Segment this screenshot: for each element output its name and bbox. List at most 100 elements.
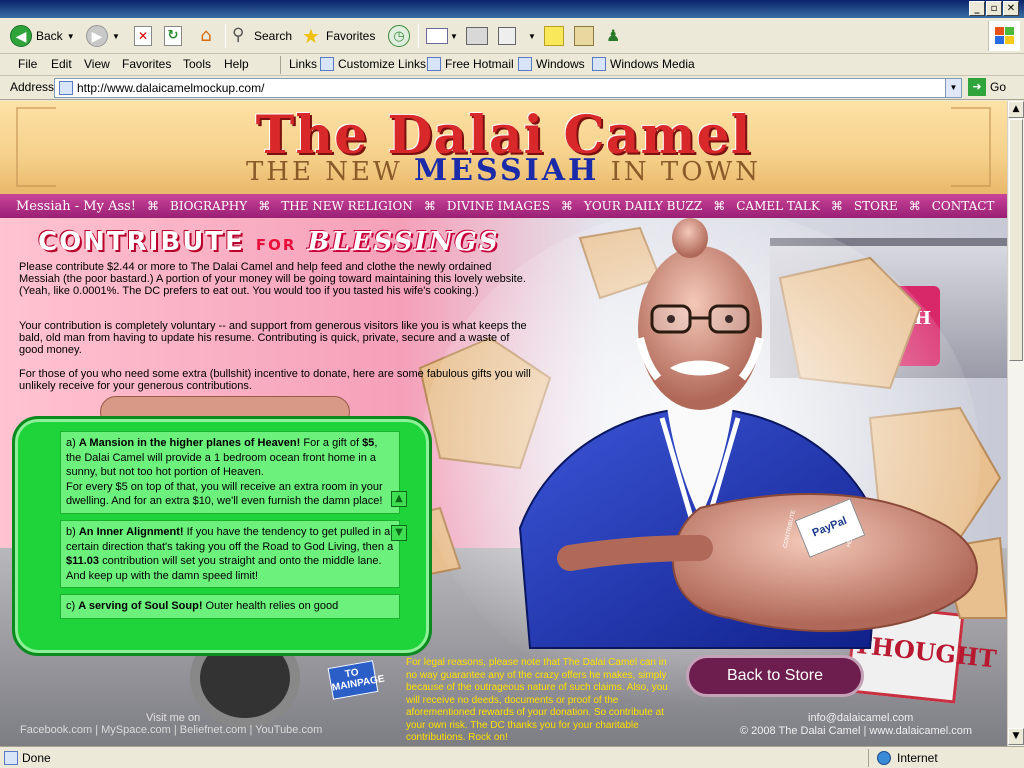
site-header: The Dalai Camel The New MESSIAH in Town	[0, 101, 1007, 194]
go-button[interactable]: ➜ Go	[968, 78, 1006, 96]
gift-amount: $5	[362, 437, 375, 449]
gift-panel: a) A Mansion in the higher planes of Hea…	[12, 416, 432, 656]
nav-separator: ⌘	[560, 199, 573, 213]
nav-contact[interactable]: Contact	[932, 199, 995, 213]
chevron-down-icon[interactable]: ▼	[450, 32, 458, 41]
history-button[interactable]: ◷	[388, 23, 414, 49]
legal-notice: For legal reasons, please note that The …	[406, 657, 668, 743]
research-button[interactable]	[574, 23, 594, 49]
nav-camel-talk[interactable]: Camel Talk	[736, 199, 820, 213]
refresh-icon: ↻	[164, 26, 182, 46]
link-customize-links[interactable]: Customize Links	[320, 57, 426, 71]
nav-separator: ⌘	[147, 199, 160, 213]
menu-tools[interactable]: Tools	[183, 57, 211, 71]
nav-separator: ⌘	[908, 199, 921, 213]
printer-icon	[466, 27, 488, 45]
vertical-scrollbar[interactable]: ▲ ▼	[1007, 101, 1024, 746]
note-icon	[544, 26, 564, 46]
page-viewport: The Dalai Camel The New MESSIAH in Town …	[0, 101, 1007, 746]
discuss-button[interactable]	[544, 23, 564, 49]
home-icon: ⌂	[200, 25, 212, 46]
zone-label: Internet	[897, 751, 938, 765]
chevron-down-icon[interactable]: ▼	[528, 32, 536, 41]
restore-button[interactable]: ▫	[986, 1, 1002, 16]
menu-help[interactable]: Help	[224, 57, 249, 71]
gift-item: a) A Mansion in the higher planes of Hea…	[60, 431, 400, 514]
back-arrow-icon: ◀	[10, 25, 32, 47]
chevron-down-icon[interactable]: ▼	[67, 32, 75, 41]
contribute-heading: CONTRIBUTE for BLESSINGS	[38, 227, 499, 257]
nav-divine-images[interactable]: Divine Images	[447, 199, 550, 213]
home-button[interactable]: ⌂	[194, 23, 218, 49]
menu-favorites[interactable]: Favorites	[122, 57, 171, 71]
gift-title: An Inner Alignment!	[78, 525, 184, 538]
chevron-down-icon[interactable]: ▼	[112, 32, 120, 41]
tagline-pre: The New	[245, 157, 414, 187]
scroll-up-arrow[interactable]: ▲	[1008, 101, 1024, 118]
security-zone: Internet	[868, 749, 1018, 767]
history-icon: ◷	[388, 25, 410, 47]
social-links[interactable]: Facebook.com | MySpace.com | Beliefnet.c…	[20, 724, 322, 736]
research-icon	[574, 26, 594, 46]
messenger-icon: ♟	[606, 26, 621, 45]
back-to-store-button[interactable]: Back to Store	[686, 655, 864, 697]
scroll-up-button[interactable]: ▲	[391, 491, 407, 507]
search-button[interactable]: ⚲ Search	[232, 23, 292, 49]
nav-biography[interactable]: Biography	[170, 199, 247, 213]
status-text: Done	[22, 751, 51, 765]
refresh-button[interactable]: ↻	[164, 23, 182, 49]
scroll-down-button[interactable]: ▼	[391, 525, 407, 541]
links-label: Links	[289, 57, 318, 71]
contribute-paragraph-1: Please contribute $2.44 or more to The D…	[19, 261, 526, 297]
mail-button[interactable]: ▼	[426, 23, 458, 49]
forward-button[interactable]: ▶ ▼	[86, 23, 120, 49]
scroll-down-arrow[interactable]: ▼	[1008, 728, 1024, 745]
address-value: http://www.dalaicamelmockup.com/	[77, 81, 265, 95]
menu-view[interactable]: View	[84, 57, 110, 71]
nav-messiah[interactable]: Messiah - My Ass!	[16, 199, 136, 214]
gift-prefix: a)	[66, 437, 79, 449]
windows-logo-icon	[988, 21, 1020, 51]
close-window-button[interactable]: ✕	[1003, 1, 1019, 16]
visit-me-label: Visit me on	[146, 712, 201, 724]
mail-icon	[426, 28, 448, 44]
edit-button[interactable]: ▼	[498, 23, 536, 49]
page-icon	[518, 57, 532, 71]
scroll-thumb[interactable]	[1009, 119, 1023, 361]
messenger-button[interactable]: ♟	[606, 23, 628, 49]
gift-title: A Mansion in the higher planes of Heaven…	[78, 437, 301, 449]
status-bar: Done Internet	[0, 746, 1024, 768]
gift-text: contribution will set you straight and o…	[66, 555, 382, 582]
chevron-down-icon[interactable]: ▼	[945, 79, 961, 97]
stop-button[interactable]: ✕	[134, 23, 152, 49]
gift-text: For every $5 on top of that, you will re…	[66, 480, 383, 508]
window-titlebar: _ ▫ ✕	[0, 0, 1024, 18]
menu-file[interactable]: File	[18, 57, 37, 71]
menu-bar: File Edit View Favorites Tools Help Link…	[0, 54, 1024, 76]
link-label: Customize Links	[338, 57, 427, 71]
gift-list[interactable]: a) A Mansion in the higher planes of Hea…	[60, 431, 400, 636]
link-windows-media[interactable]: Windows Media	[592, 57, 695, 71]
minimize-button[interactable]: _	[969, 1, 985, 16]
content-area: SIAH THOUGHT	[0, 218, 1007, 746]
print-button[interactable]	[466, 23, 488, 49]
nav-store[interactable]: Store	[854, 199, 898, 213]
link-free-hotmail[interactable]: Free Hotmail	[427, 57, 514, 71]
page-icon	[427, 57, 441, 71]
gift-text: Outer health relies on good	[202, 600, 339, 613]
address-input[interactable]: http://www.dalaicamelmockup.com/ ▼	[54, 78, 962, 98]
search-icon: ⚲	[232, 25, 245, 45]
gift-prefix: b)	[66, 525, 79, 538]
address-bar: Address http://www.dalaicamelmockup.com/…	[0, 76, 1024, 100]
back-button[interactable]: ◀ Back ▼	[10, 23, 75, 49]
menu-edit[interactable]: Edit	[51, 57, 72, 71]
link-label: Windows	[536, 57, 585, 71]
link-windows[interactable]: Windows	[518, 57, 585, 71]
address-label: Address	[10, 80, 55, 94]
tagline-messiah: MESSIAH	[413, 153, 600, 188]
nav-new-religion[interactable]: The New Religion	[281, 199, 413, 213]
favorites-button[interactable]: ★ Favorites	[302, 23, 375, 49]
main-nav: Messiah - My Ass! ⌘ Biography ⌘ The New …	[0, 194, 1007, 218]
nav-daily-buzz[interactable]: Your Daily Buzz	[584, 199, 702, 213]
contact-email-link[interactable]: info@dalaicamel.com	[808, 712, 913, 724]
